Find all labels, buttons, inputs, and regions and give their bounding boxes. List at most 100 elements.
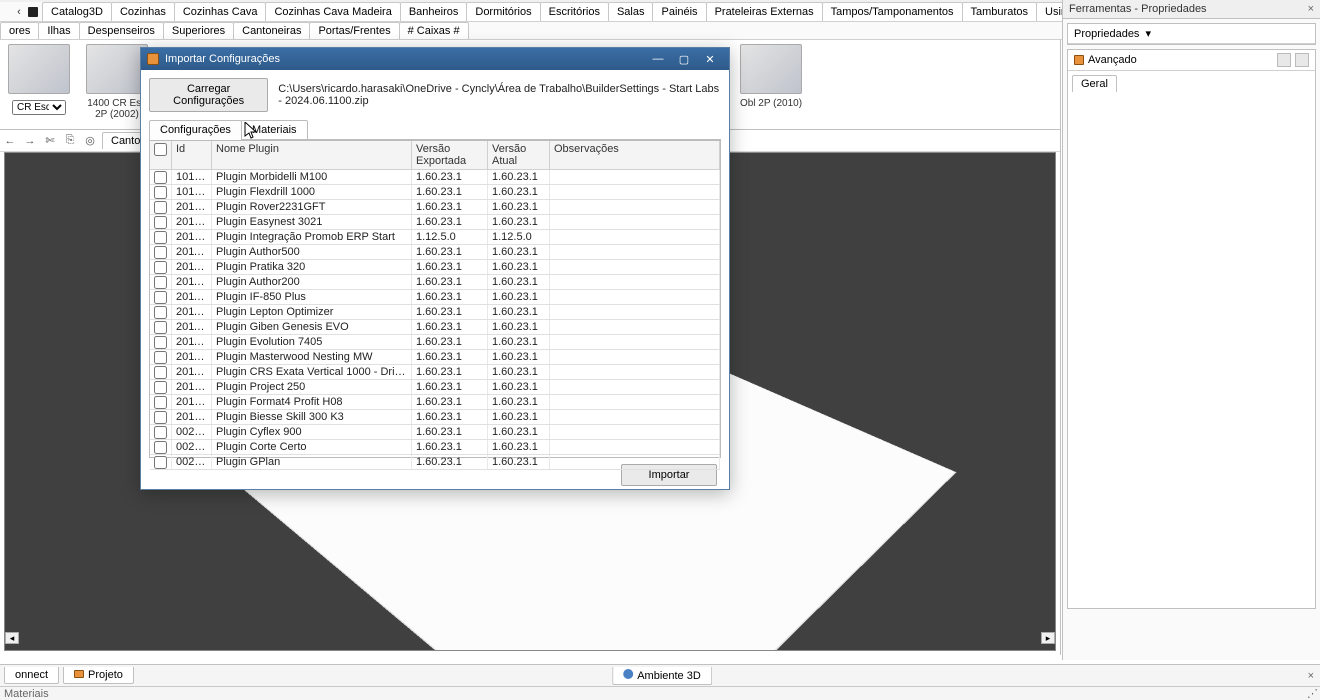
table-row[interactable]: 201045Plugin Rover2231GFT1.60.23.11.60.2…: [150, 200, 720, 215]
row-checkbox[interactable]: [154, 381, 167, 394]
table-row[interactable]: 201214Plugin Biesse Skill 300 K31.60.23.…: [150, 410, 720, 425]
nav-fwd-icon[interactable]: →: [20, 132, 40, 150]
minimize-button[interactable]: —: [645, 51, 671, 67]
viewport-scroll-left-icon[interactable]: ◂: [5, 632, 19, 644]
load-config-button[interactable]: Carregar Configurações: [149, 78, 268, 112]
sub-tab[interactable]: ores: [0, 22, 39, 39]
row-checkbox[interactable]: [154, 456, 167, 469]
cell-name: Plugin Giben Genesis EVO: [212, 320, 412, 334]
row-checkbox[interactable]: [154, 186, 167, 199]
sub-tab[interactable]: Portas/Frentes: [309, 22, 399, 39]
table-row[interactable]: 201122Plugin Author2001.60.23.11.60.23.1: [150, 275, 720, 290]
target-icon[interactable]: ◎: [80, 132, 100, 150]
table-row[interactable]: 201213Plugin Format4 Profit H081.60.23.1…: [150, 395, 720, 410]
table-row[interactable]: 201074Plugin Easynest 30211.60.23.11.60.…: [150, 215, 720, 230]
close-button[interactable]: ✕: [697, 51, 723, 68]
top-tab[interactable]: Cozinhas Cava: [174, 2, 267, 21]
top-tab[interactable]: Escritórios: [540, 2, 609, 21]
panel-close-icon[interactable]: ×: [1308, 3, 1314, 15]
gallery-item[interactable]: Obl 2P (2010): [736, 44, 806, 109]
link-icon[interactable]: ⎘: [60, 132, 80, 150]
top-tab[interactable]: Cozinhas Cava Madeira: [265, 2, 400, 21]
row-checkbox[interactable]: [154, 396, 167, 409]
tab-connect[interactable]: onnect: [4, 667, 59, 684]
gallery-item[interactable]: CR Esq (200: [4, 44, 74, 115]
tab-geral[interactable]: Geral: [1072, 75, 1117, 92]
col-exported[interactable]: Versão Exportada: [412, 141, 488, 169]
table-row[interactable]: 002343Plugin GPlan1.60.23.11.60.23.1: [150, 455, 720, 470]
row-checkbox[interactable]: [154, 306, 167, 319]
row-checkbox[interactable]: [154, 246, 167, 259]
dropdown-icon[interactable]: ▾: [1145, 27, 1151, 40]
resize-grip-icon[interactable]: ⋰: [1302, 687, 1316, 700]
row-checkbox[interactable]: [154, 261, 167, 274]
nav-back-icon[interactable]: ←: [0, 132, 20, 150]
tab-materiais[interactable]: Materiais: [241, 120, 308, 139]
top-tab[interactable]: Cozinhas: [111, 2, 175, 21]
sub-tab[interactable]: Superiores: [163, 22, 234, 39]
cell-id: 002342: [172, 440, 212, 454]
back-icon[interactable]: ‹: [14, 2, 24, 22]
row-checkbox[interactable]: [154, 171, 167, 184]
top-tab[interactable]: Tamburatos: [962, 2, 1037, 21]
table-row[interactable]: 201212Plugin Project 2501.60.23.11.60.23…: [150, 380, 720, 395]
table-row[interactable]: 101230Plugin Morbidelli M1001.60.23.11.6…: [150, 170, 720, 185]
tab-ambiente-3d[interactable]: Ambiente 3D: [612, 667, 712, 685]
bottom-tabs: onnect Projeto Ambiente 3D ×: [0, 664, 1320, 686]
viewport-scroll-right-icon[interactable]: ▸: [1041, 632, 1055, 644]
table-row[interactable]: 002342Plugin Corte Certo1.60.23.11.60.23…: [150, 440, 720, 455]
sub-tab[interactable]: # Caixas #: [399, 22, 469, 39]
row-checkbox[interactable]: [154, 276, 167, 289]
row-checkbox[interactable]: [154, 321, 167, 334]
table-row[interactable]: 201106Plugin Author5001.60.23.11.60.23.1: [150, 245, 720, 260]
header-checkbox[interactable]: [154, 143, 167, 156]
row-checkbox[interactable]: [154, 426, 167, 439]
row-checkbox[interactable]: [154, 366, 167, 379]
top-tab[interactable]: Tampos/Tamponamentos: [822, 2, 963, 21]
row-checkbox[interactable]: [154, 351, 167, 364]
col-obs[interactable]: Observações: [550, 141, 720, 169]
row-checkbox[interactable]: [154, 441, 167, 454]
row-checkbox[interactable]: [154, 231, 167, 244]
dialog-titlebar[interactable]: Importar Configurações — ▢ ✕: [141, 48, 729, 70]
row-checkbox[interactable]: [154, 291, 167, 304]
tab-configuracoes[interactable]: Configurações: [149, 120, 242, 139]
row-checkbox[interactable]: [154, 216, 167, 229]
sub-tab[interactable]: Despenseiros: [79, 22, 164, 39]
top-tab[interactable]: Salas: [608, 2, 654, 21]
sub-tab[interactable]: Cantoneiras: [233, 22, 310, 39]
col-id[interactable]: Id: [172, 141, 212, 169]
col-name[interactable]: Nome Plugin: [212, 141, 412, 169]
table-row[interactable]: 201124Plugin Lepton Optimizer1.60.23.11.…: [150, 305, 720, 320]
row-checkbox[interactable]: [154, 336, 167, 349]
cell-obs: [550, 185, 720, 199]
table-row[interactable]: 201123Plugin IF-850 Plus1.60.23.11.60.23…: [150, 290, 720, 305]
row-checkbox[interactable]: [154, 411, 167, 424]
maximize-button[interactable]: ▢: [671, 51, 697, 68]
cell-exported: 1.60.23.1: [412, 305, 488, 319]
table-row[interactable]: 201173Plugin Giben Genesis EVO1.60.23.11…: [150, 320, 720, 335]
top-tab[interactable]: Banheiros: [400, 2, 468, 21]
table-row[interactable]: 201121Plugin Pratika 3201.60.23.11.60.23…: [150, 260, 720, 275]
cell-current: 1.60.23.1: [488, 455, 550, 469]
top-tab[interactable]: Catalog3D: [42, 2, 112, 21]
top-tab[interactable]: Prateleiras Externas: [706, 2, 823, 21]
col-current[interactable]: Versão Atual: [488, 141, 550, 169]
table-row[interactable]: 201179Plugin Evolution 74051.60.23.11.60…: [150, 335, 720, 350]
row-checkbox[interactable]: [154, 201, 167, 214]
table-row[interactable]: 002341Plugin Cyflex 9001.60.23.11.60.23.…: [150, 425, 720, 440]
table-row[interactable]: 101231Plugin Flexdrill 10001.60.23.11.60…: [150, 185, 720, 200]
top-tab[interactable]: Dormitórios: [466, 2, 540, 21]
table-row[interactable]: 201075Plugin Integração Promob ERP Start…: [150, 230, 720, 245]
table-row[interactable]: 201183Plugin CRS Exata Vertical 1000 - D…: [150, 365, 720, 380]
panel-close-icon[interactable]: ×: [1308, 670, 1314, 682]
scissors-icon[interactable]: ✄: [40, 132, 60, 150]
top-tab[interactable]: Painéis: [652, 2, 706, 21]
cell-current: 1.60.23.1: [488, 395, 550, 409]
sub-tab[interactable]: Ilhas: [38, 22, 79, 39]
list-icon[interactable]: [1295, 53, 1309, 67]
table-row[interactable]: 201180Plugin Masterwood Nesting MW1.60.2…: [150, 350, 720, 365]
gallery-variant-select[interactable]: CR Esq (200: [12, 100, 66, 115]
tab-projeto[interactable]: Projeto: [63, 667, 134, 684]
grid-icon[interactable]: [1277, 53, 1291, 67]
